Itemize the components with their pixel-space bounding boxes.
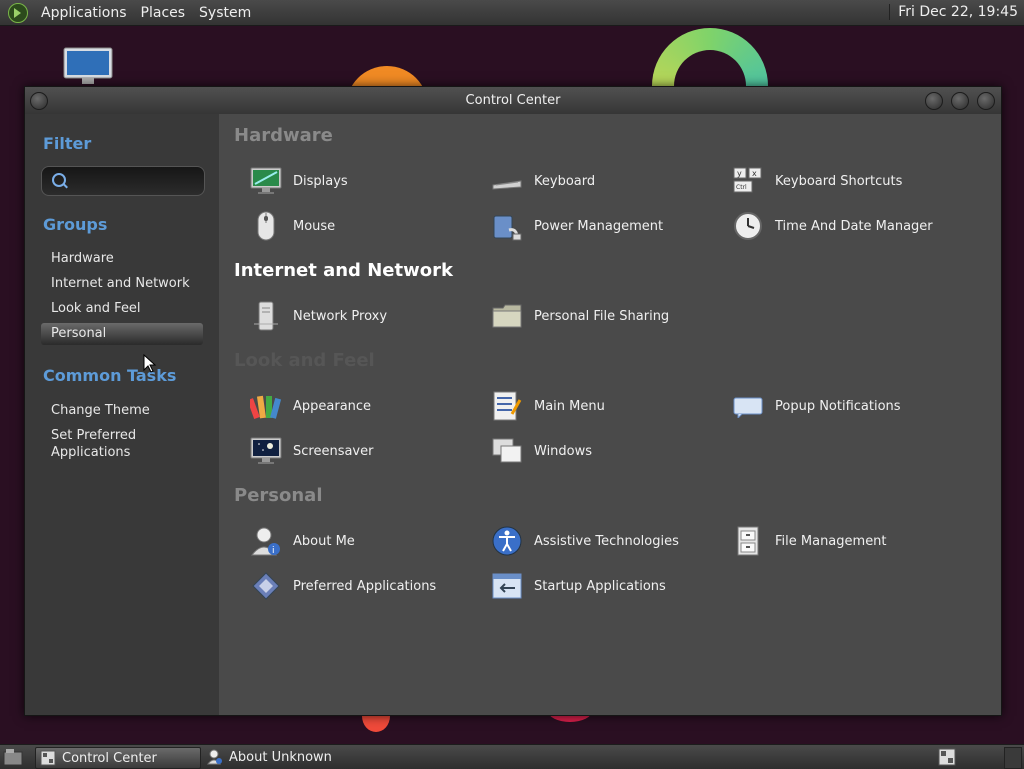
- task-control-center[interactable]: Control Center: [35, 747, 201, 769]
- about-me-icon: i: [249, 524, 283, 558]
- svg-text:y: y: [737, 169, 742, 178]
- item-label: About Me: [293, 533, 355, 549]
- item-appearance[interactable]: Appearance: [249, 389, 371, 423]
- item-label: Keyboard Shortcuts: [775, 173, 903, 189]
- screensaver-icon: [249, 434, 283, 468]
- item-power-management[interactable]: Power Management: [490, 209, 663, 243]
- workspace-switcher[interactable]: [1004, 747, 1022, 769]
- svg-text:Ctrl: Ctrl: [736, 184, 747, 191]
- close-button[interactable]: [977, 92, 995, 110]
- item-label: Popup Notifications: [775, 398, 901, 414]
- places-menu[interactable]: Places: [134, 5, 193, 21]
- notification-icon: [731, 389, 765, 423]
- network-proxy-icon: [249, 299, 283, 333]
- system-menu[interactable]: System: [192, 5, 258, 21]
- maximize-button[interactable]: [951, 92, 969, 110]
- item-windows[interactable]: Windows: [490, 434, 592, 468]
- groups-heading: Groups: [43, 215, 108, 234]
- file-cabinet-icon: [731, 524, 765, 558]
- task-set-preferred-applications[interactable]: Set Preferred Applications: [51, 427, 201, 461]
- sidebar: Filter Groups Hardware Internet and Netw…: [25, 114, 219, 715]
- item-time-and-date[interactable]: Time And Date Manager: [731, 209, 933, 243]
- item-about-me[interactable]: i About Me: [249, 524, 355, 558]
- top-panel: Applications Places System Fri Dec 22, 1…: [0, 0, 1024, 26]
- window-titlebar[interactable]: Control Center: [25, 87, 1001, 114]
- keyboard-icon: [490, 164, 524, 198]
- svg-text:i: i: [272, 546, 275, 556]
- task-change-theme[interactable]: Change Theme: [51, 402, 201, 419]
- item-label: Time And Date Manager: [775, 218, 933, 234]
- item-startup-applications[interactable]: Startup Applications: [490, 569, 666, 603]
- search-input[interactable]: [41, 166, 205, 196]
- item-screensaver[interactable]: Screensaver: [249, 434, 373, 468]
- main-menu-icon: [490, 389, 524, 423]
- window-title: Control Center: [465, 93, 561, 108]
- item-preferred-applications[interactable]: Preferred Applications: [249, 569, 436, 603]
- group-heading-internet-network: Internet and Network: [234, 260, 453, 281]
- taskbar: Control Center About Unknown: [0, 744, 1024, 769]
- mouse-pointer-icon: [143, 354, 157, 373]
- item-label: Preferred Applications: [293, 578, 437, 594]
- preferred-apps-icon: [249, 569, 283, 603]
- mouse-icon: [249, 209, 283, 243]
- distro-logo-icon[interactable]: [8, 2, 28, 23]
- search-icon: [52, 173, 66, 187]
- item-label: Network Proxy: [293, 308, 388, 324]
- computer-desktop-icon[interactable]: [62, 46, 114, 86]
- item-label: Mouse: [293, 218, 336, 234]
- startup-apps-icon: [490, 569, 524, 603]
- power-management-icon: [490, 209, 524, 243]
- item-network-proxy[interactable]: Network Proxy: [249, 299, 387, 333]
- item-assistive-technologies[interactable]: Assistive Technologies: [490, 524, 679, 558]
- item-main-menu[interactable]: Main Menu: [490, 389, 605, 423]
- item-file-management[interactable]: File Management: [731, 524, 887, 558]
- sidebar-item-personal[interactable]: Personal: [41, 323, 203, 345]
- minimize-button[interactable]: [925, 92, 943, 110]
- task-about-unknown[interactable]: About Unknown: [203, 747, 363, 767]
- group-heading-hardware: Hardware: [234, 125, 333, 146]
- clock-icon: [731, 209, 765, 243]
- applications-menu[interactable]: Applications: [34, 5, 134, 21]
- about-me-icon: [207, 749, 222, 765]
- group-heading-look-and-feel: Look and Feel: [234, 350, 375, 371]
- keyboard-shortcuts-icon: y x Ctrl: [731, 164, 765, 198]
- item-label: Startup Applications: [534, 578, 666, 594]
- item-label: Main Menu: [534, 398, 605, 414]
- item-label: Personal File Sharing: [534, 308, 670, 324]
- sidebar-item-hardware[interactable]: Hardware: [41, 248, 203, 270]
- item-keyboard[interactable]: Keyboard: [490, 164, 595, 198]
- main-panel: Hardware Displays Keyboard y x Ctrl Keyboa…: [219, 114, 1001, 715]
- item-label: Assistive Technologies: [534, 533, 679, 549]
- item-displays[interactable]: Displays: [249, 164, 348, 198]
- control-center-window: Control Center Filter Groups Hardware In…: [24, 86, 1002, 716]
- item-label: Screensaver: [293, 443, 374, 459]
- accessibility-icon: [490, 524, 524, 558]
- appearance-icon: [249, 389, 283, 423]
- item-label: Displays: [293, 173, 348, 189]
- item-label: Keyboard: [534, 173, 596, 189]
- item-label: Windows: [534, 443, 593, 459]
- item-popup-notifications[interactable]: Popup Notifications: [731, 389, 901, 423]
- windows-icon: [490, 434, 524, 468]
- folder-sharing-icon: [490, 299, 524, 333]
- item-personal-file-sharing[interactable]: Personal File Sharing: [490, 299, 669, 333]
- control-center-icon: [40, 750, 56, 766]
- item-label: File Management: [775, 533, 887, 549]
- clock[interactable]: Fri Dec 22, 19:45: [889, 4, 1018, 20]
- sidebar-item-look-and-feel[interactable]: Look and Feel: [41, 298, 203, 320]
- task-label: Control Center: [62, 750, 157, 766]
- item-mouse[interactable]: Mouse: [249, 209, 335, 243]
- svg-text:x: x: [752, 169, 757, 178]
- task-label: About Unknown: [229, 749, 332, 765]
- item-keyboard-shortcuts[interactable]: y x Ctrl Keyboard Shortcuts: [731, 164, 902, 198]
- display-icon: [249, 164, 283, 198]
- item-label: Power Management: [534, 218, 664, 234]
- group-heading-personal: Personal: [234, 485, 323, 506]
- sidebar-item-internet-network[interactable]: Internet and Network: [41, 273, 203, 295]
- filter-heading: Filter: [43, 134, 92, 153]
- item-label: Appearance: [293, 398, 372, 414]
- tray-app-icon[interactable]: [938, 748, 956, 766]
- show-desktop-icon[interactable]: [3, 748, 23, 766]
